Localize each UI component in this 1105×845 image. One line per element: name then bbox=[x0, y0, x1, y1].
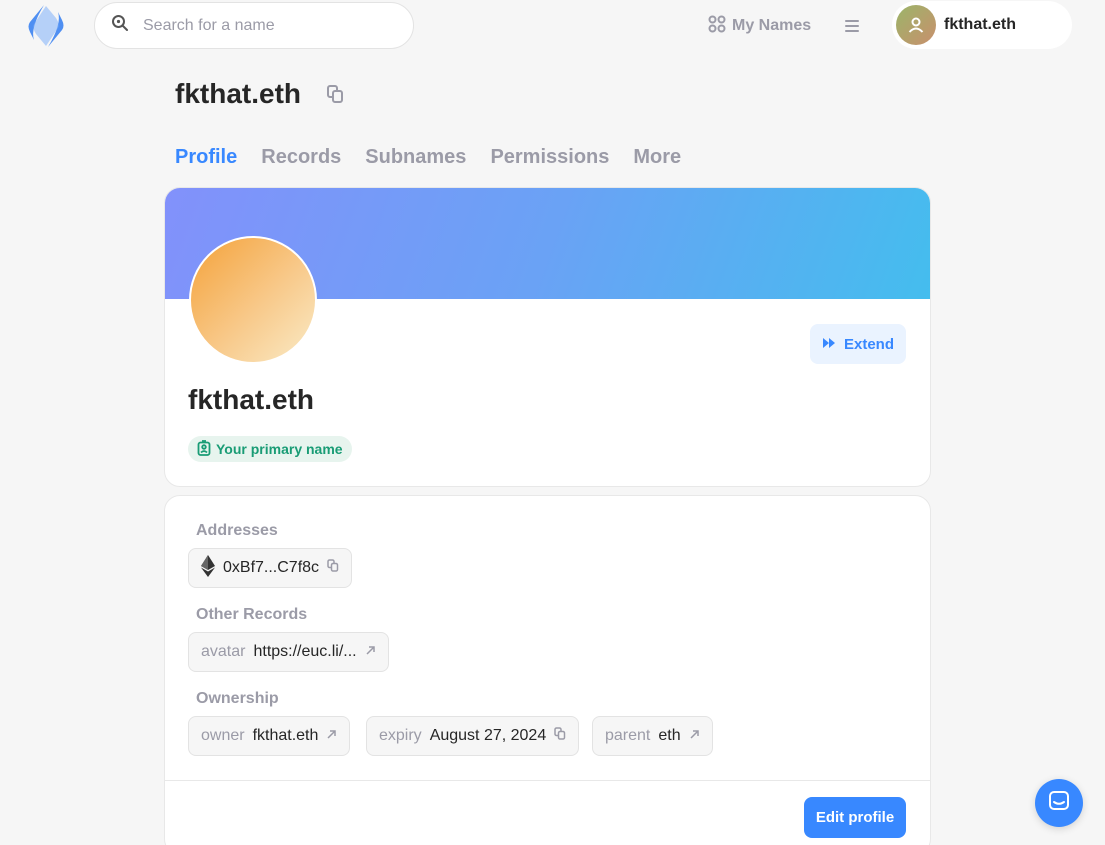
fast-forward-icon bbox=[822, 336, 836, 353]
ethereum-icon bbox=[201, 554, 215, 582]
search-bar[interactable] bbox=[94, 2, 414, 49]
tab-bar: Profile Records Subnames Permissions Mor… bbox=[175, 146, 681, 169]
avatar-record-value: https://euc.li/... bbox=[253, 643, 357, 660]
tab-records[interactable]: Records bbox=[261, 146, 341, 169]
avatar-record-key: avatar bbox=[201, 643, 246, 660]
search-icon bbox=[111, 14, 129, 37]
copy-icon[interactable] bbox=[327, 559, 339, 577]
my-names-label: My Names bbox=[732, 17, 812, 34]
page-title: fkthat.eth bbox=[175, 78, 301, 109]
hamburger-menu-icon[interactable] bbox=[840, 14, 864, 38]
avatar-record-chip[interactable]: avatar https://euc.li/... bbox=[188, 632, 389, 672]
records-card: Addresses 0xBf7...C7f8c Other Records av… bbox=[164, 495, 931, 845]
expiry-chip[interactable]: expiry August 27, 2024 bbox=[366, 716, 580, 756]
external-link-icon bbox=[689, 727, 700, 745]
owner-value: fkthat.eth bbox=[252, 727, 319, 744]
primary-badge-label: Your primary name bbox=[216, 441, 343, 457]
extend-label: Extend bbox=[843, 335, 894, 353]
profile-name: fkthat.eth bbox=[188, 384, 314, 415]
owner-chip[interactable]: owner fkthat.eth bbox=[188, 716, 351, 756]
address-value: 0xBf7...C7f8c bbox=[223, 559, 320, 576]
ens-logo-icon[interactable] bbox=[22, 2, 70, 50]
ownership-heading: Ownership bbox=[196, 690, 279, 707]
external-link-icon bbox=[365, 643, 376, 661]
divider bbox=[165, 780, 930, 781]
chat-support-button[interactable] bbox=[1035, 779, 1083, 827]
chat-icon bbox=[1047, 789, 1071, 818]
external-link-icon bbox=[326, 727, 337, 745]
grid-icon bbox=[708, 15, 726, 38]
owner-key: owner bbox=[201, 727, 245, 744]
expiry-value: August 27, 2024 bbox=[429, 727, 547, 744]
id-card-icon bbox=[197, 439, 211, 459]
primary-name-badge: Your primary name bbox=[188, 436, 352, 462]
tab-subnames[interactable]: Subnames bbox=[365, 146, 466, 169]
tab-permissions[interactable]: Permissions bbox=[490, 146, 609, 169]
expiry-key: expiry bbox=[379, 727, 422, 744]
parent-key: parent bbox=[605, 727, 651, 744]
my-names-link[interactable]: My Names bbox=[708, 14, 811, 38]
extend-button[interactable]: Extend bbox=[810, 324, 906, 364]
profile-avatar bbox=[189, 236, 317, 364]
tab-profile[interactable]: Profile bbox=[175, 146, 237, 169]
edit-profile-button[interactable]: Edit profile bbox=[804, 797, 906, 838]
account-button[interactable]: fkthat.eth bbox=[892, 1, 1072, 49]
account-name: fkthat.eth bbox=[944, 16, 1016, 33]
search-input[interactable] bbox=[143, 16, 383, 35]
copy-icon[interactable] bbox=[326, 84, 344, 104]
copy-icon[interactable] bbox=[554, 727, 566, 745]
other-records-heading: Other Records bbox=[196, 606, 308, 623]
address-chip[interactable]: 0xBf7...C7f8c bbox=[188, 548, 353, 588]
addresses-heading: Addresses bbox=[196, 522, 278, 539]
tab-more[interactable]: More bbox=[633, 146, 681, 169]
parent-value: eth bbox=[658, 727, 681, 744]
avatar bbox=[896, 5, 936, 45]
parent-chip[interactable]: parent eth bbox=[592, 716, 713, 756]
profile-card: Extend fkthat.eth Your primary name bbox=[164, 187, 931, 487]
